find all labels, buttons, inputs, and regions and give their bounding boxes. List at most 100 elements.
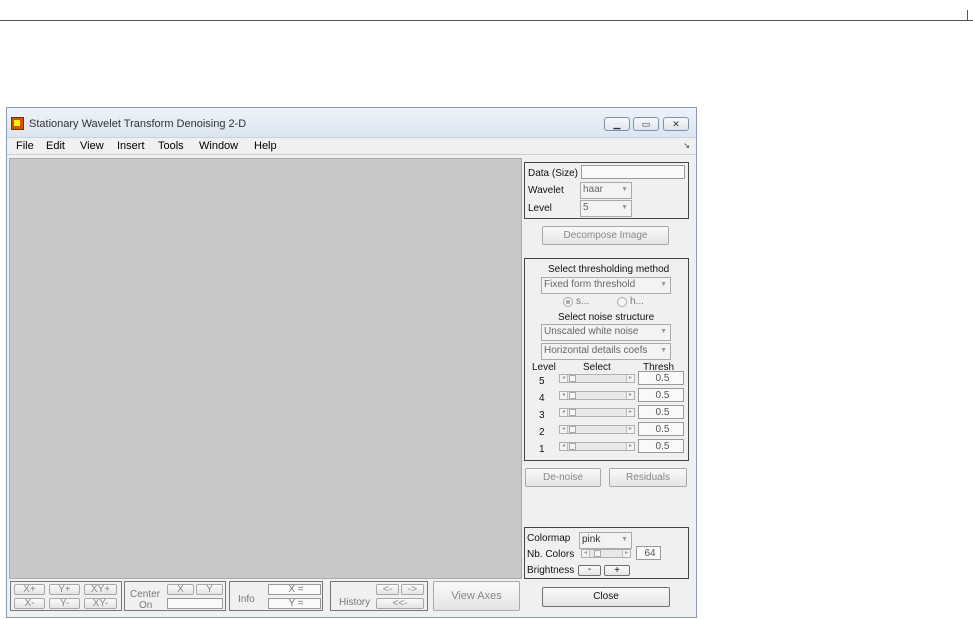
colormap-value: pink — [582, 534, 601, 545]
menu-view[interactable]: View — [80, 140, 104, 152]
info-label: Info — [238, 594, 255, 605]
decompose-image-button[interactable]: Decompose Image — [542, 226, 669, 245]
level-value: 5 — [583, 202, 589, 213]
chevron-down-icon: ▼ — [621, 536, 628, 543]
level-row-label: 2 — [539, 427, 545, 438]
menu-bar: File Edit View Insert Tools Window Help … — [7, 138, 696, 155]
wavelet-value: haar — [583, 184, 604, 195]
app-window: Stationary Wavelet Transform Denoising 2… — [6, 107, 697, 618]
details-select[interactable]: Horizontal details coefs ▼ — [541, 343, 671, 360]
arrow-right-icon[interactable]: ▸ — [626, 375, 634, 382]
slider-thumb[interactable] — [569, 409, 576, 416]
level-select[interactable]: 5 ▼ — [580, 200, 632, 217]
slider-thumb[interactable] — [569, 375, 576, 382]
minimize-button[interactable]: ▁ — [604, 117, 630, 131]
arrow-right-icon[interactable]: ▸ — [622, 550, 630, 557]
arrow-left-icon[interactable]: ◂ — [560, 392, 568, 399]
slider-thumb[interactable] — [594, 550, 601, 557]
brightness-label: Brightness — [527, 565, 575, 576]
denoise-button[interactable]: De-noise — [525, 468, 601, 487]
arrow-right-icon[interactable]: ▸ — [626, 409, 634, 416]
zoom-y-minus-button[interactable]: Y- — [49, 598, 80, 609]
menu-file[interactable]: File — [16, 140, 34, 152]
center-y-button[interactable]: Y — [196, 584, 223, 595]
arrow-left-icon[interactable]: ◂ — [582, 550, 590, 557]
center-field — [167, 598, 223, 609]
image-axes[interactable] — [9, 158, 522, 579]
dock-arrow-icon[interactable]: ↘ — [683, 141, 690, 150]
arrow-right-icon[interactable]: ▸ — [626, 443, 634, 450]
threshold-slider[interactable]: ◂ ▸ — [559, 391, 635, 400]
data-size-field — [581, 165, 685, 179]
ncolors-field[interactable]: 64 — [636, 546, 661, 560]
zoom-x-minus-button[interactable]: X- — [14, 598, 45, 609]
brightness-minus-button[interactable]: - — [578, 565, 601, 576]
zoom-xy-plus-button[interactable]: XY+ — [84, 584, 117, 595]
ncolors-label: Nb. Colors — [527, 549, 575, 560]
maximize-button[interactable]: ▭ — [633, 117, 659, 131]
level-row-label: 3 — [539, 410, 545, 421]
details-value: Horizontal details coefs — [544, 345, 648, 356]
brightness-plus-button[interactable]: + — [604, 565, 630, 576]
history-back-button[interactable]: <- — [376, 584, 399, 595]
close-button[interactable]: Close — [542, 587, 670, 607]
arrow-left-icon[interactable]: ◂ — [560, 409, 568, 416]
data-panel: Data (Size) Wavelet haar ▼ Level 5 ▼ — [524, 162, 689, 219]
arrow-left-icon[interactable]: ◂ — [560, 443, 568, 450]
hard-radio-label: h... — [630, 296, 644, 307]
close-window-button[interactable]: ✕ — [663, 117, 689, 131]
window-title: Stationary Wavelet Transform Denoising 2… — [29, 118, 247, 130]
history-first-button[interactable]: <<- — [376, 598, 424, 609]
ncolors-slider[interactable]: ◂ ▸ — [581, 549, 631, 558]
residuals-button[interactable]: Residuals — [609, 468, 687, 487]
soft-radio[interactable] — [563, 297, 573, 307]
zoom-x-plus-button[interactable]: X+ — [14, 584, 45, 595]
menu-edit[interactable]: Edit — [46, 140, 65, 152]
slider-thumb[interactable] — [569, 443, 576, 450]
threshold-slider[interactable]: ◂ ▸ — [559, 442, 635, 451]
info-panel: Info X = Y = — [229, 581, 323, 611]
arrow-left-icon[interactable]: ◂ — [560, 375, 568, 382]
menu-window[interactable]: Window — [199, 140, 238, 152]
threshold-slider[interactable]: ◂ ▸ — [559, 425, 635, 434]
threshold-slider[interactable]: ◂ ▸ — [559, 408, 635, 417]
zoom-y-plus-button[interactable]: Y+ — [49, 584, 80, 595]
zoom-panel: X+ Y+ XY+ X- Y- XY- — [10, 581, 122, 611]
noise-structure-select[interactable]: Unscaled white noise ▼ — [541, 324, 671, 341]
data-size-label: Data (Size) — [528, 168, 579, 179]
slider-thumb[interactable] — [569, 392, 576, 399]
threshold-value-field[interactable]: 0.5 — [638, 388, 684, 402]
rule-tick — [967, 10, 968, 21]
wavelet-select[interactable]: haar ▼ — [580, 182, 632, 199]
threshold-method-select[interactable]: Fixed form threshold ▼ — [541, 277, 671, 294]
threshold-value-field[interactable]: 0.5 — [638, 371, 684, 385]
arrow-right-icon[interactable]: ▸ — [626, 392, 634, 399]
on-label: On — [139, 600, 153, 611]
colormap-select[interactable]: pink ▼ — [579, 532, 632, 549]
wavelet-label: Wavelet — [528, 185, 564, 196]
zoom-xy-minus-button[interactable]: XY- — [84, 598, 117, 609]
menu-insert[interactable]: Insert — [117, 140, 145, 152]
col-select-header: Select — [583, 362, 611, 373]
menu-tools[interactable]: Tools — [158, 140, 184, 152]
view-axes-button[interactable]: View Axes — [433, 581, 520, 611]
threshold-value-field[interactable]: 0.5 — [638, 422, 684, 436]
chevron-down-icon: ▼ — [660, 328, 667, 335]
threshold-slider[interactable]: ◂ ▸ — [559, 374, 635, 383]
title-bar[interactable]: Stationary Wavelet Transform Denoising 2… — [7, 108, 696, 138]
chevron-down-icon: ▼ — [660, 281, 667, 288]
arrow-right-icon[interactable]: ▸ — [626, 426, 634, 433]
center-x-button[interactable]: X — [167, 584, 194, 595]
threshold-value-field[interactable]: 0.5 — [638, 405, 684, 419]
menu-help[interactable]: Help — [254, 140, 277, 152]
hard-radio[interactable] — [617, 297, 627, 307]
history-forward-button[interactable]: -> — [401, 584, 424, 595]
method-heading: Select thresholding method — [548, 264, 670, 275]
slider-thumb[interactable] — [569, 426, 576, 433]
colormap-panel: Colormap pink ▼ Nb. Colors ◂ ▸ 64 Brightne… — [524, 527, 689, 579]
threshold-value-field[interactable]: 0.5 — [638, 439, 684, 453]
arrow-left-icon[interactable]: ◂ — [560, 426, 568, 433]
noise-structure-value: Unscaled white noise — [544, 326, 639, 337]
level-label: Level — [528, 203, 552, 214]
level-row-label: 1 — [539, 444, 545, 455]
